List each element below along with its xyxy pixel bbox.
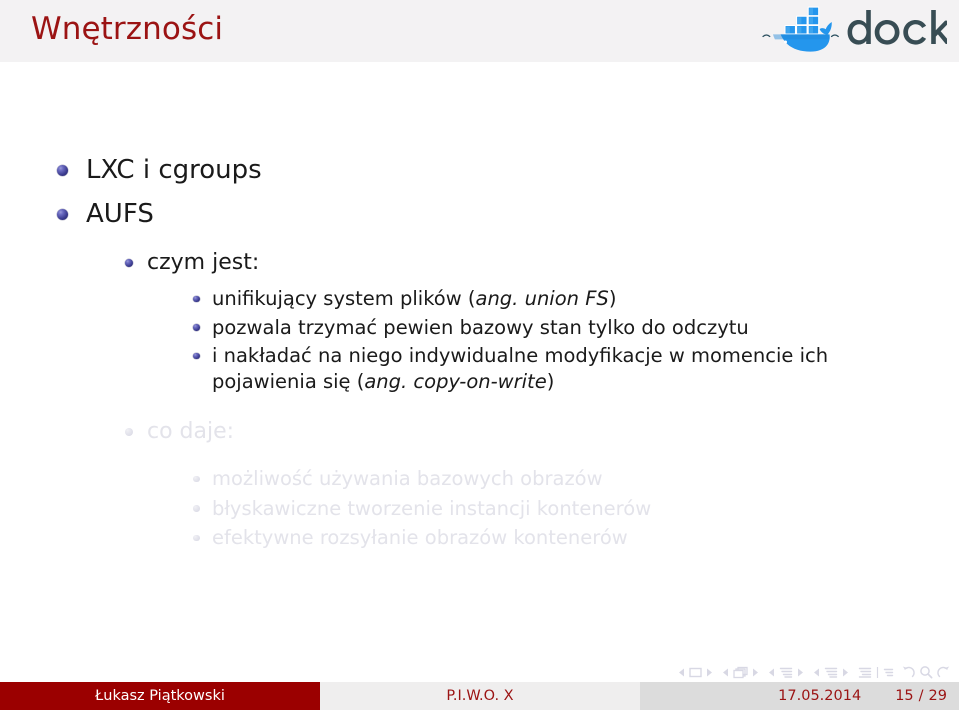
footer-page-indicator: 15/29 <box>895 688 947 704</box>
prev-slide-arrow-icon[interactable] <box>678 668 685 677</box>
list-item-label: LXC i cgroups <box>86 155 262 185</box>
bullet-marker <box>57 209 68 220</box>
bullet-marker <box>125 259 133 267</box>
subsection-icon[interactable] <box>779 666 793 679</box>
list-item-label-line-2-prefix: pojawienia się ( <box>212 369 365 393</box>
bullet-list-level-2-co-daje: co daje: <box>125 417 927 447</box>
forward-icon[interactable] <box>937 665 951 679</box>
list-item-label: czym jest: <box>147 250 260 275</box>
nav-group-subsection[interactable] <box>768 666 804 679</box>
nav-group-frame[interactable] <box>722 666 759 679</box>
list-item-label: AUFS <box>86 199 154 229</box>
slide-body: LXC i cgroups AUFS czym jest: unifikując… <box>0 62 959 678</box>
end-of-section-icon[interactable] <box>883 666 894 679</box>
list-item-label-suffix: ) <box>608 287 617 310</box>
next-subsection-arrow-icon[interactable] <box>797 668 804 677</box>
list-item-label-emphasis: ang. copy-on-write <box>364 369 547 393</box>
bullet-marker <box>193 475 200 482</box>
nav-group-section[interactable] <box>813 666 849 679</box>
beamer-navigation-bar[interactable] <box>678 661 951 683</box>
bullet-list-level-2-czym-jest: czym jest: <box>125 248 927 278</box>
list-item-aufs: AUFS <box>57 197 926 231</box>
search-icon[interactable] <box>919 665 933 679</box>
bullet-marker <box>193 352 200 359</box>
list-item-label: co daje: <box>147 419 235 444</box>
list-item-copy-on-write: i nakładać na niego indywidualne modyfik… <box>193 343 912 395</box>
bullet-marker <box>193 324 200 331</box>
list-item-label-emphasis: ang. union FS <box>475 287 609 310</box>
prev-subsection-arrow-icon[interactable] <box>768 668 775 677</box>
list-item-label: błyskawiczne tworzenie instancji kontene… <box>212 496 652 520</box>
footer-date: 17.05.2014 <box>778 688 862 704</box>
list-item-union-fs: unifikujący system plików (ang. union FS… <box>193 286 912 312</box>
bullet-marker <box>57 165 68 176</box>
footer-page-separator: / <box>918 688 924 704</box>
nav-group-history[interactable] <box>901 665 951 679</box>
nav-group-slide[interactable] <box>678 666 713 679</box>
bullet-marker <box>193 505 200 512</box>
list-item-czym-jest: czym jest: <box>125 248 927 278</box>
docker-wordmark <box>847 10 947 45</box>
list-item-blyskawiczne-tworzenie: błyskawiczne tworzenie instancji kontene… <box>193 496 912 522</box>
docker-logo-svg <box>762 6 947 52</box>
page-title: Wnętrzności <box>31 11 224 47</box>
list-item-readonly-base: pozwala trzymać pewien bazowy stan tylko… <box>193 315 912 341</box>
footer-title: P.I.W.O. X <box>320 682 640 710</box>
list-item-label: efektywne rozsyłanie obrazów kontenerów <box>212 526 628 549</box>
list-item-label-line-2: pojawienia się (ang. copy-on-write) <box>212 369 912 395</box>
list-item-label: pozwala trzymać pewien bazowy stan tylko… <box>212 315 749 339</box>
bullet-marker <box>125 428 133 436</box>
footer-meta: 17.05.2014 15/29 <box>640 682 959 710</box>
prev-section-arrow-icon[interactable] <box>813 668 820 677</box>
footer-author: Łukasz Piątkowski <box>0 682 320 710</box>
list-item-bazowe-obrazy: możliwość używania bazowych obrazów <box>193 466 912 492</box>
slide-icon[interactable] <box>689 666 702 679</box>
back-icon[interactable] <box>901 665 915 679</box>
bullet-list-level-1: LXC i cgroups AUFS <box>57 153 926 231</box>
footer-page-current: 15 <box>895 688 914 704</box>
next-frame-arrow-icon[interactable] <box>752 668 759 677</box>
list-item-label: możliwość używania bazowych obrazów <box>212 467 603 490</box>
prev-frame-arrow-icon[interactable] <box>722 668 729 677</box>
nav-divider-icon <box>876 666 879 678</box>
next-section-arrow-icon[interactable] <box>842 668 849 677</box>
next-slide-arrow-icon[interactable] <box>706 668 713 677</box>
docker-logo <box>755 5 947 55</box>
frames-icon[interactable] <box>733 666 748 679</box>
slide-header-bar: Wnętrzności <box>0 0 959 62</box>
list-item-label-line-1: i nakładać na niego indywidualne modyfik… <box>212 344 829 367</box>
list-item-co-daje: co daje: <box>125 417 927 447</box>
list-item-lxc-cgroups: LXC i cgroups <box>57 153 926 187</box>
bullet-list-level-3-korzysci: możliwość używania bazowych obrazów błys… <box>193 466 912 551</box>
slide-footer-bar: Łukasz Piątkowski P.I.W.O. X 17.05.2014 … <box>0 682 959 710</box>
bullet-marker <box>193 534 200 541</box>
footer-page-total: 29 <box>928 688 947 704</box>
bullet-list-level-3-definicja: unifikujący system plików (ang. union FS… <box>193 286 912 395</box>
bullet-marker <box>193 295 200 302</box>
section-icon[interactable] <box>824 666 838 679</box>
list-item-label: unifikujący system plików ( <box>212 287 476 310</box>
list-item-efektywne-rozsylanie: efektywne rozsyłanie obrazów kontenerów <box>193 525 912 551</box>
nav-group-section-ends[interactable] <box>858 666 894 679</box>
beginning-of-section-icon[interactable] <box>858 666 872 679</box>
list-item-label-line-2-suffix: ) <box>546 369 555 393</box>
